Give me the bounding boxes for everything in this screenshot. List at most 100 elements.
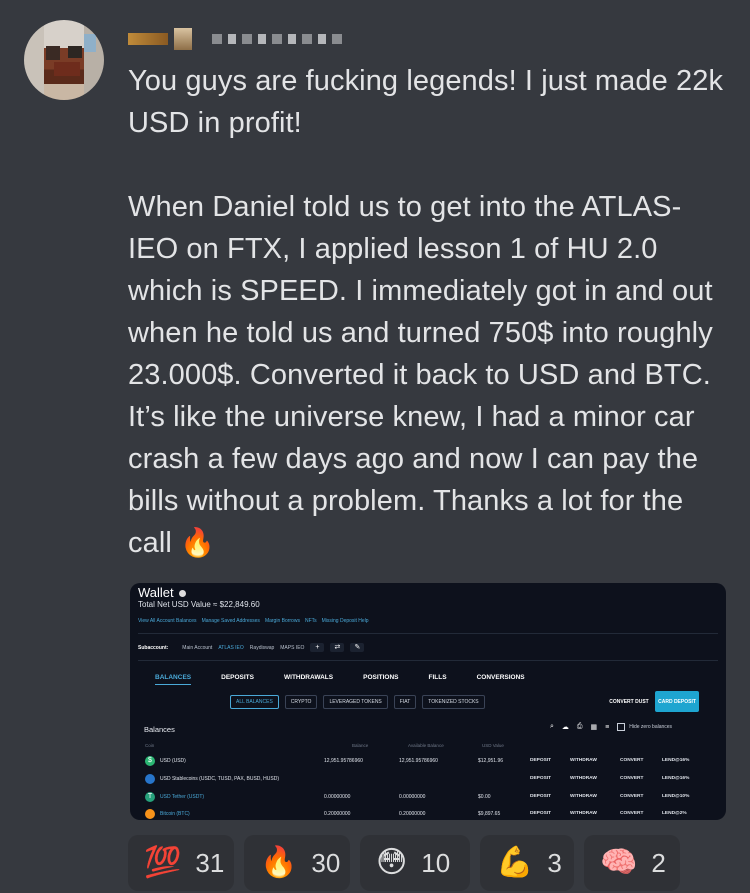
link-missing-deposit[interactable]: Missing Deposit Help [322,618,369,624]
filter-stocks[interactable]: TOKENIZED STOCKS [422,695,485,709]
card-deposit-button[interactable]: CARD DEPOSIT [655,691,699,712]
fire-emoji-icon: 🔥 [180,527,216,558]
add-subaccount-icon[interactable]: + [310,643,325,652]
convert-button[interactable]: CONVERT [620,794,643,799]
coin-icon: $ [145,756,155,766]
divider [138,660,718,661]
deposit-button[interactable]: DEPOSIT [530,794,551,799]
usd-value: $0.00 [478,794,491,800]
filter-leveraged[interactable]: LEVERAGED TOKENS [323,695,388,709]
search-icon[interactable]: ⌕ [550,723,554,731]
reaction-count: 3 [547,847,562,878]
checkbox-icon[interactable] [617,723,626,731]
wallet-title: Wallet [138,585,186,600]
lend-button[interactable]: LEND@2% [662,811,687,816]
coin-name: Bitcoin (BTC) [160,811,190,817]
filter-fiat[interactable]: FIAT [393,695,417,709]
subaccount-bar: Subaccount: Main Account ATLAS IEO Raydi… [138,643,365,652]
header-available: Available Balance [408,743,444,748]
hide-zero-label: Hide zero balances [629,724,673,730]
header-usd: USD Value [482,743,504,748]
flushed-face-icon: 😳 [376,845,408,880]
convert-dust-button[interactable]: CONVERT DUST [605,691,653,712]
fire-icon: 🔥 [260,845,298,880]
hundred-icon: 💯 [144,845,182,880]
reaction-hundred[interactable]: 💯 31 [128,835,234,891]
convert-button[interactable]: CONVERT [620,776,643,781]
hide-zero-toggle[interactable]: Hide zero balances [617,723,672,731]
reaction-count: 31 [195,847,225,878]
balance-value: 0.00000000 [324,794,351,800]
brain-icon: 🧠 [600,845,638,880]
subaccount-main[interactable]: Main Account [182,645,212,651]
tab-positions[interactable]: POSITIONS [363,674,398,685]
tab-conversions[interactable]: CONVERSIONS [477,674,525,685]
available-value: 0.00000000 [399,794,426,800]
table-row[interactable]: $ USD (USD) 12,951.95786960 12,951.95786960… [130,753,726,770]
reaction-count: 2 [651,847,666,878]
reaction-brain[interactable]: 🧠 2 [584,835,680,891]
message-paragraph-2: When Daniel told us to get into the ATLA… [128,186,728,564]
avatar-pixel [46,46,60,60]
tab-deposits[interactable]: DEPOSITS [221,674,254,685]
attachment-image[interactable]: Wallet Total Net USD Value ≈ $22,849.60 … [130,583,726,820]
reactions-bar: 💯 31 🔥 30 😳 10 💪 3 🧠 2 [128,835,680,891]
subaccount-atlas[interactable]: ATLAS IEO [218,645,243,651]
link-view-balances[interactable]: View All Account Balances [138,618,197,624]
tab-fills[interactable]: FILLS [429,674,447,685]
tab-balances[interactable]: BALANCES [155,674,192,685]
usd-value: $12,951.96 [478,758,504,764]
cloud-icon[interactable]: ☁ [562,723,569,731]
net-value: Total Net USD Value ≈ $22,849.60 [138,600,260,609]
coin-name: USD (USD) [160,758,186,764]
balance-value: 0.20000000 [324,811,351,817]
divider [138,633,718,634]
reaction-count: 30 [311,847,341,878]
wallet-title-text: Wallet [138,585,174,600]
deposit-button[interactable]: DEPOSIT [530,758,551,763]
withdraw-button[interactable]: WITHDRAW [570,776,597,781]
lend-button[interactable]: LEND@16% [662,758,689,763]
convert-button[interactable]: CONVERT [620,758,643,763]
header-balance: Balance [352,743,369,748]
link-margin-borrows[interactable]: Margin Borrows [265,618,300,624]
balances-toolbar: ⌕ ☁ ⎙ ▦ ≡ Hide zero balances [550,723,672,731]
muscle-icon: 💪 [496,845,534,880]
username-obscured[interactable] [128,24,342,54]
role-icon [174,28,192,50]
withdraw-button[interactable]: WITHDRAW [570,794,597,799]
reaction-flushed[interactable]: 😳 10 [360,835,470,891]
avatar-pixel [68,46,82,58]
tab-withdrawals[interactable]: WITHDRAWALS [284,674,333,685]
deposit-button[interactable]: DEPOSIT [530,776,551,781]
user-avatar[interactable] [24,20,104,100]
username-blur [128,33,168,45]
coin-name: USD Stablecoins (USDC, TUSD, PAX, BUSD, … [160,776,280,782]
link-saved-addresses[interactable]: Manage Saved Addresses [202,618,260,624]
table-row[interactable]: T USD Tether (USDT) 0.00000000 0.00000000 $0… [130,789,726,806]
wallet-links: View All Account Balances Manage Saved A… [138,618,369,624]
grid-icon[interactable]: ▦ [591,723,598,731]
lend-button[interactable]: LEND@16% [662,776,689,781]
subaccount-raydiswap[interactable]: Raydiswap [250,645,274,651]
print-icon[interactable]: ⎙ [577,723,583,731]
lend-button[interactable]: LEND@10% [662,794,689,799]
filter-all[interactable]: ALL BALANCES [230,695,279,709]
link-nfts[interactable]: NFTs [305,618,317,624]
username-blur-2 [212,34,342,44]
reaction-fire[interactable]: 🔥 30 [244,835,350,891]
filter-crypto[interactable]: CRYPTO [284,695,318,709]
withdraw-button[interactable]: WITHDRAW [570,758,597,763]
transfer-icon[interactable]: ⇄ [330,643,345,652]
message-paragraph-1: You guys are fucking legends! I just mad… [128,65,724,139]
deposit-button[interactable]: DEPOSIT [530,811,551,816]
table-row[interactable]: Bitcoin (BTC) 0.20000000 0.20000000 $9,897.… [130,806,726,820]
convert-button[interactable]: CONVERT [620,811,643,816]
reaction-muscle[interactable]: 💪 3 [480,835,574,891]
edit-icon[interactable]: ✎ [350,643,365,652]
subaccount-maps[interactable]: MAPS IEO [280,645,304,651]
filter-icon[interactable]: ≡ [605,724,609,731]
withdraw-button[interactable]: WITHDRAW [570,811,597,816]
table-row[interactable]: USD Stablecoins (USDC, TUSD, PAX, BUSD, … [130,771,726,788]
avatar-pixel [54,62,80,76]
